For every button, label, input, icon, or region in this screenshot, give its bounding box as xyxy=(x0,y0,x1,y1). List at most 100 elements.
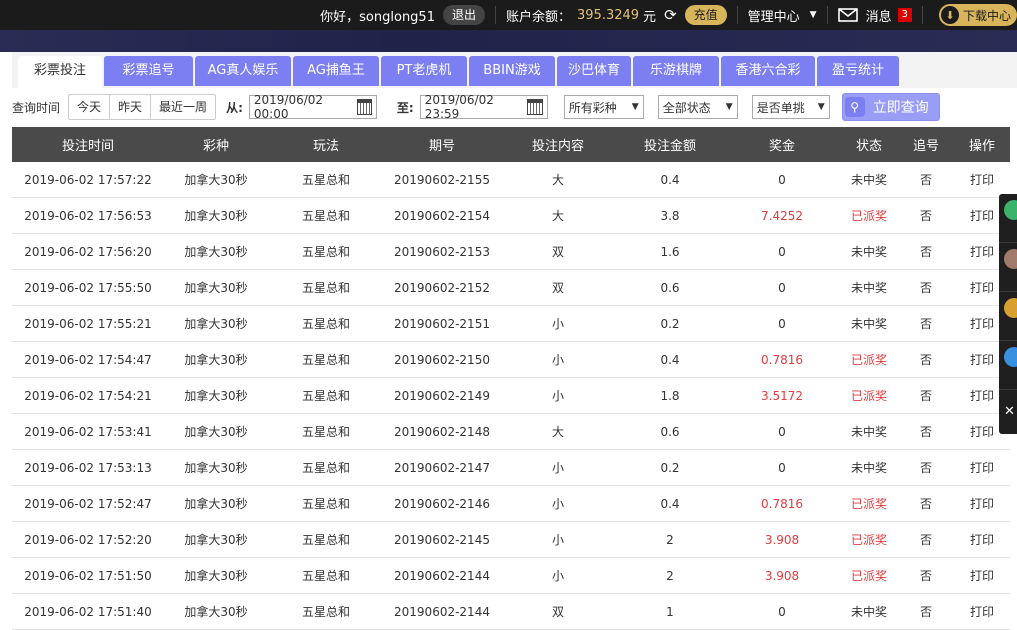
balance-area: 账户余额： 395.3249 元 ⟳ 充值 xyxy=(500,0,733,30)
table-cell: 0.2 xyxy=(660,460,680,475)
tab-7[interactable]: 乐游棋牌 xyxy=(633,56,719,86)
table-cell: 0.6 xyxy=(660,280,680,295)
recharge-button[interactable]: 充值 xyxy=(684,5,727,25)
table-cell: 2019-06-02 17:54:47 xyxy=(24,352,152,367)
logout-button[interactable]: 退出 xyxy=(442,5,485,25)
envelope-icon xyxy=(837,8,858,22)
tab-0[interactable]: 彩票投注 xyxy=(18,56,102,88)
tab-6[interactable]: 沙巴体育 xyxy=(557,56,631,86)
refresh-icon[interactable]: ⟳ xyxy=(664,6,677,24)
table-cell: 加拿大30秒 xyxy=(184,245,248,259)
table-cell: 否 xyxy=(919,173,932,187)
quick-today-button[interactable]: 今天 xyxy=(69,95,111,119)
calendar-icon[interactable] xyxy=(527,99,543,115)
table-cell: 0 xyxy=(778,172,786,187)
table-cell: 已派奖 xyxy=(850,569,887,583)
table-cell: 已派奖 xyxy=(850,209,887,223)
table-cell: 0 xyxy=(778,244,786,259)
table-cell: 五星总和 xyxy=(301,497,350,511)
table-cell: 双 xyxy=(551,281,564,295)
quick-yesterday-button[interactable]: 昨天 xyxy=(110,95,152,119)
column-header: 投注时间 xyxy=(61,139,114,154)
table-cell: 20190602-2147 xyxy=(394,460,490,475)
table-row: 2019-06-02 17:57:22 加拿大30秒 五星总和 20190602-21… xyxy=(12,162,1010,198)
table-cell: 否 xyxy=(919,533,932,547)
table-cell: 20190602-2144 xyxy=(394,568,490,583)
print-link[interactable]: 打印 xyxy=(954,603,1010,620)
print-link[interactable]: 打印 xyxy=(954,531,1010,548)
from-date-field[interactable]: 2019/06/02 00:00 xyxy=(248,93,377,121)
table-cell: 否 xyxy=(919,389,932,403)
table-cell: 加拿大30秒 xyxy=(184,533,248,547)
table-cell: 否 xyxy=(919,605,932,619)
table-cell: 否 xyxy=(919,317,932,331)
download-icon: ⬇ xyxy=(940,6,959,24)
tab-4[interactable]: PT老虎机 xyxy=(381,56,467,86)
table-cell: 2019-06-02 17:52:20 xyxy=(24,532,152,547)
table-cell: 五星总和 xyxy=(301,353,350,367)
table-row: 2019-06-02 17:51:40 加拿大30秒 五星总和 20190602-21… xyxy=(12,594,1010,630)
table-cell: 3.5172 xyxy=(761,388,803,403)
table-cell: 20190602-2154 xyxy=(394,208,490,223)
calendar-icon[interactable] xyxy=(356,99,372,115)
side-float-panel: ✕ xyxy=(999,194,1017,434)
table-cell: 20190602-2152 xyxy=(394,280,490,295)
table-row: 2019-06-02 17:52:20 加拿大30秒 五星总和 20190602-21… xyxy=(12,522,1010,558)
tab-9[interactable]: 盈亏统计 xyxy=(817,56,899,86)
to-date-field[interactable]: 2019/06/02 23:59 xyxy=(419,93,548,121)
management-menu[interactable]: 管理中心 ▼ xyxy=(742,0,823,30)
divider xyxy=(736,6,738,24)
status-select[interactable]: 全部状态 ▼ xyxy=(657,95,738,119)
download-center-button[interactable]: ⬇ 下载中心 xyxy=(938,4,1017,26)
print-link[interactable]: 打印 xyxy=(954,459,1010,476)
decorative-banner xyxy=(0,30,1017,52)
print-link[interactable]: 打印 xyxy=(954,171,1010,188)
table-cell: 20190602-2146 xyxy=(394,496,490,511)
close-icon: ✕ xyxy=(1004,404,1015,419)
divider xyxy=(921,6,923,24)
search-button[interactable]: ⚲ 立即查询 xyxy=(841,93,940,121)
table-row: 2019-06-02 17:53:41 加拿大30秒 五星总和 20190602-21… xyxy=(12,414,1010,450)
table-cell: 加拿大30秒 xyxy=(184,389,248,403)
lottery-select[interactable]: 所有彩种 ▼ xyxy=(563,95,644,119)
from-date-value: 2019/06/02 00:00 xyxy=(253,93,324,121)
table-header: 投注时间 彩种 玩法 期号 投注内容 投注金额 奖金 状态 追号 操作 xyxy=(12,127,1010,162)
table-cell: 2019-06-02 17:54:21 xyxy=(24,388,152,403)
tab-1[interactable]: 彩票追号 xyxy=(104,56,193,86)
table-row: 2019-06-02 17:52:47 加拿大30秒 五星总和 20190602-21… xyxy=(12,486,1010,522)
table-cell: 20190602-2145 xyxy=(394,532,490,547)
table-cell: 1.8 xyxy=(660,388,680,403)
single-select-value: 是否单挑 xyxy=(756,100,805,115)
single-select[interactable]: 是否单挑 ▼ xyxy=(751,95,830,119)
chevron-down-icon: ▼ xyxy=(809,10,817,20)
side-item-top[interactable]: ✕ xyxy=(999,390,1017,434)
messages-button[interactable]: 消息 3 xyxy=(832,0,918,30)
table-cell: 加拿大30秒 xyxy=(184,497,248,511)
quick-range-group: 今天 昨天 最近一周 xyxy=(68,94,217,120)
table-cell: 未中奖 xyxy=(850,425,887,439)
table-cell: 否 xyxy=(919,569,932,583)
column-header: 彩种 xyxy=(202,139,229,154)
tab-3[interactable]: AG捕鱼王 xyxy=(293,56,379,86)
table-cell: 已派奖 xyxy=(850,353,887,367)
table-cell: 2019-06-02 17:56:20 xyxy=(24,244,152,259)
side-item-chat[interactable] xyxy=(999,341,1017,390)
tab-8[interactable]: 香港六合彩 xyxy=(721,56,815,86)
print-link[interactable]: 打印 xyxy=(954,567,1010,584)
side-item-service[interactable] xyxy=(999,243,1017,292)
side-item-online[interactable] xyxy=(999,194,1017,243)
print-link[interactable]: 打印 xyxy=(954,495,1010,512)
table-cell: 五星总和 xyxy=(301,605,350,619)
tab-5[interactable]: BBIN游戏 xyxy=(469,56,555,86)
balance-label: 账户余额： xyxy=(506,9,572,25)
side-item-gift[interactable] xyxy=(999,292,1017,341)
messages-count-badge: 3 xyxy=(897,8,912,22)
column-header: 投注金额 xyxy=(643,139,696,154)
column-header: 奖金 xyxy=(768,139,795,154)
tab-2[interactable]: AG真人娱乐 xyxy=(195,56,291,86)
table-cell: 2019-06-02 17:52:47 xyxy=(24,496,152,511)
quick-week-button[interactable]: 最近一周 xyxy=(151,95,215,119)
table-cell: 7.4252 xyxy=(761,208,803,223)
table-cell: 0 xyxy=(778,460,786,475)
chat-icon xyxy=(1004,347,1017,367)
